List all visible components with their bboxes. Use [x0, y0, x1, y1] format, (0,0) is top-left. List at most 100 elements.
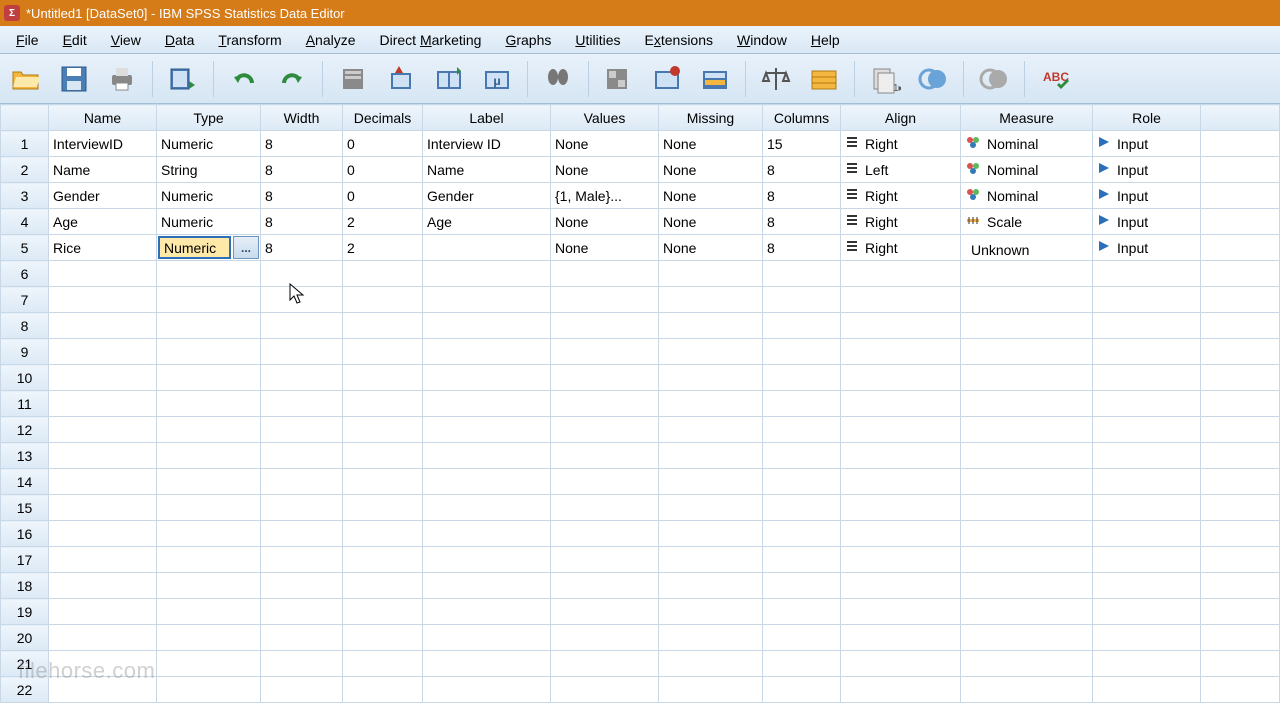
cell-align[interactable]: Right — [841, 183, 961, 209]
cell-missing[interactable]: None — [659, 183, 763, 209]
col-label[interactable]: Label — [423, 105, 551, 131]
spellcheck-icon[interactable]: ABC — [1035, 59, 1075, 99]
row-header[interactable]: 8 — [1, 313, 49, 339]
cell-role[interactable]: Input — [1093, 157, 1201, 183]
cell-label[interactable]: Interview ID — [423, 131, 551, 157]
cell-role[interactable]: Input — [1093, 209, 1201, 235]
cell-role[interactable]: Input — [1093, 131, 1201, 157]
cell-label[interactable] — [423, 235, 551, 261]
menu-edit[interactable]: Edit — [51, 29, 99, 51]
cell-values[interactable]: None — [551, 131, 659, 157]
split-file-icon[interactable] — [599, 59, 639, 99]
menu-file[interactable]: File — [4, 29, 51, 51]
recall-dialog-icon[interactable] — [163, 59, 203, 99]
cell-label[interactable]: Gender — [423, 183, 551, 209]
cell-missing[interactable]: None — [659, 131, 763, 157]
row-header[interactable]: 1 — [1, 131, 49, 157]
cell-decimals[interactable]: 0 — [343, 131, 423, 157]
cell-name[interactable]: Age — [49, 209, 157, 235]
row-header[interactable]: 16 — [1, 521, 49, 547]
open-icon[interactable] — [6, 59, 46, 99]
row-header[interactable]: 9 — [1, 339, 49, 365]
cell-align[interactable]: Right — [841, 235, 961, 261]
cell-missing[interactable]: None — [659, 209, 763, 235]
cell-values[interactable]: None — [551, 235, 659, 261]
goto-case-icon[interactable] — [333, 59, 373, 99]
cell-measure[interactable]: Scale — [961, 209, 1093, 235]
cell-label[interactable]: Age — [423, 209, 551, 235]
cell-align[interactable]: Right — [841, 209, 961, 235]
col-name[interactable]: Name — [49, 105, 157, 131]
cell-name[interactable]: Gender — [49, 183, 157, 209]
select-cases-icon[interactable] — [695, 59, 735, 99]
cell-type[interactable]: Numeric — [157, 209, 261, 235]
variables-icon[interactable] — [429, 59, 469, 99]
row-header[interactable]: 10 — [1, 365, 49, 391]
value-labels-icon[interactable] — [804, 59, 844, 99]
cell-measure[interactable]: Nominal — [961, 183, 1093, 209]
menu-direct-marketing[interactable]: Direct Marketing — [368, 29, 494, 51]
cell-columns[interactable]: 8 — [763, 235, 841, 261]
menu-window[interactable]: Window — [725, 29, 799, 51]
col-decimals[interactable]: Decimals — [343, 105, 423, 131]
cell-width[interactable]: 8 — [261, 235, 343, 261]
menu-utilities[interactable]: Utilities — [563, 29, 632, 51]
row-header[interactable]: 22 — [1, 677, 49, 703]
find-icon[interactable] — [538, 59, 578, 99]
cell-type[interactable]: Numeric — [157, 183, 261, 209]
undo-icon[interactable] — [224, 59, 264, 99]
cell-missing[interactable]: None — [659, 235, 763, 261]
row-header[interactable]: 6 — [1, 261, 49, 287]
cell-align[interactable]: Right — [841, 131, 961, 157]
row-header[interactable]: 13 — [1, 443, 49, 469]
col-missing[interactable]: Missing — [659, 105, 763, 131]
menu-transform[interactable]: Transform — [206, 29, 293, 51]
col-role[interactable]: Role — [1093, 105, 1201, 131]
row-header[interactable]: 3 — [1, 183, 49, 209]
col-columns[interactable]: Columns — [763, 105, 841, 131]
cell-columns[interactable]: 8 — [763, 157, 841, 183]
menu-extensions[interactable]: Extensions — [633, 29, 726, 51]
corner-cell[interactable] — [1, 105, 49, 131]
cell-measure[interactable]: Nominal — [961, 157, 1093, 183]
cell-measure[interactable]: Nominal — [961, 131, 1093, 157]
cell-decimals[interactable]: 0 — [343, 183, 423, 209]
menu-data[interactable]: Data — [153, 29, 207, 51]
cell-decimals[interactable]: 0 — [343, 157, 423, 183]
cell-name[interactable]: Rice — [49, 235, 157, 261]
row-header[interactable]: 17 — [1, 547, 49, 573]
menu-view[interactable]: View — [99, 29, 153, 51]
cell-width[interactable]: 8 — [261, 157, 343, 183]
row-header[interactable]: 19 — [1, 599, 49, 625]
cell-label[interactable]: Name — [423, 157, 551, 183]
cell-columns[interactable]: 8 — [763, 183, 841, 209]
cell-decimals[interactable]: 2 — [343, 209, 423, 235]
redo-icon[interactable] — [272, 59, 312, 99]
ellipsis-button[interactable]: ... — [233, 236, 259, 259]
cell-role[interactable]: Input — [1093, 183, 1201, 209]
menu-graphs[interactable]: Graphs — [493, 29, 563, 51]
cell-columns[interactable]: 8 — [763, 209, 841, 235]
sets-dim-icon[interactable] — [974, 59, 1014, 99]
cell-name[interactable]: InterviewID — [49, 131, 157, 157]
weight-cases-icon[interactable] — [647, 59, 687, 99]
cell-values[interactable]: None — [551, 209, 659, 235]
row-header[interactable]: 14 — [1, 469, 49, 495]
use-sets-icon[interactable]: 1▸ — [865, 59, 905, 99]
row-header[interactable]: 5 — [1, 235, 49, 261]
row-header[interactable]: 20 — [1, 625, 49, 651]
cell-values[interactable]: {1, Male}... — [551, 183, 659, 209]
cell-values[interactable]: None — [551, 157, 659, 183]
scales-icon[interactable] — [756, 59, 796, 99]
cell-width[interactable]: 8 — [261, 131, 343, 157]
save-icon[interactable] — [54, 59, 94, 99]
row-header[interactable]: 21 — [1, 651, 49, 677]
col-values[interactable]: Values — [551, 105, 659, 131]
cell-type[interactable]: Numeric — [157, 131, 261, 157]
menu-help[interactable]: Help — [799, 29, 852, 51]
cell-decimals[interactable]: 2 — [343, 235, 423, 261]
row-header[interactable]: 11 — [1, 391, 49, 417]
cell-align[interactable]: Left — [841, 157, 961, 183]
run-descriptives-icon[interactable]: μ — [477, 59, 517, 99]
show-all-icon[interactable] — [913, 59, 953, 99]
